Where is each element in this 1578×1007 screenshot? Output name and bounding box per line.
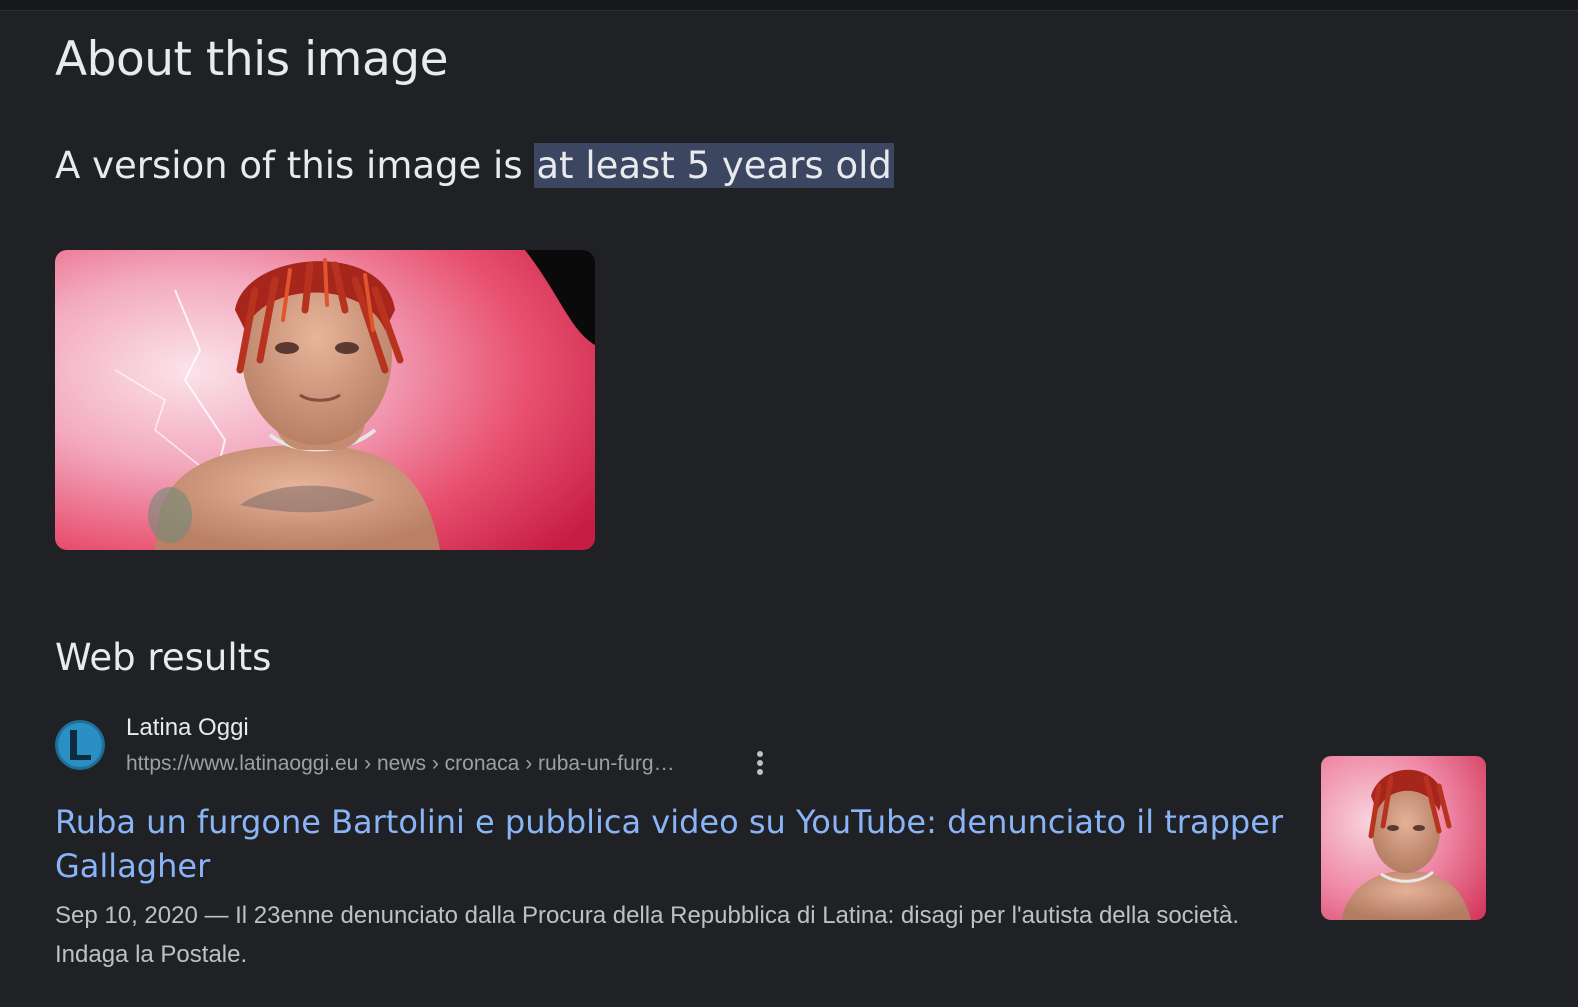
result-date: Sep 10, 2020 (55, 902, 198, 929)
result-thumbnail-graphic (1321, 756, 1486, 920)
result-url[interactable]: https://www.latinaoggi.eu › news › crona… (126, 752, 675, 776)
more-vert-icon[interactable] (748, 748, 772, 778)
age-prefix: A version of this image is (55, 144, 535, 187)
about-this-image-page: About this image A version of this image… (0, 10, 1578, 1007)
result-site-name[interactable]: Latina Oggi (126, 714, 249, 742)
result-thumbnail[interactable] (1321, 756, 1486, 920)
main-image-graphic (55, 250, 595, 550)
favicon-graphic (55, 720, 105, 770)
dot (757, 760, 763, 766)
dot (757, 769, 763, 775)
web-result-item: Latina Oggi https://www.latinaoggi.eu › … (55, 714, 1495, 974)
image-age-statement: A version of this image is at least 5 ye… (55, 143, 894, 188)
result-snippet: Sep 10, 2020 — Il 23enne denunciato dall… (55, 896, 1305, 974)
result-title-link[interactable]: Ruba un furgone Bartolini e pubblica vid… (55, 800, 1295, 888)
dot (757, 751, 763, 757)
web-results-title: Web results (55, 636, 272, 679)
result-snippet-text: — Il 23enne denunciato dalla Procura del… (55, 902, 1240, 968)
main-image[interactable] (55, 250, 595, 550)
age-highlight[interactable]: at least 5 years old (534, 143, 894, 188)
latina-oggi-logo-icon[interactable] (55, 720, 105, 770)
page-heading: About this image (55, 32, 449, 87)
